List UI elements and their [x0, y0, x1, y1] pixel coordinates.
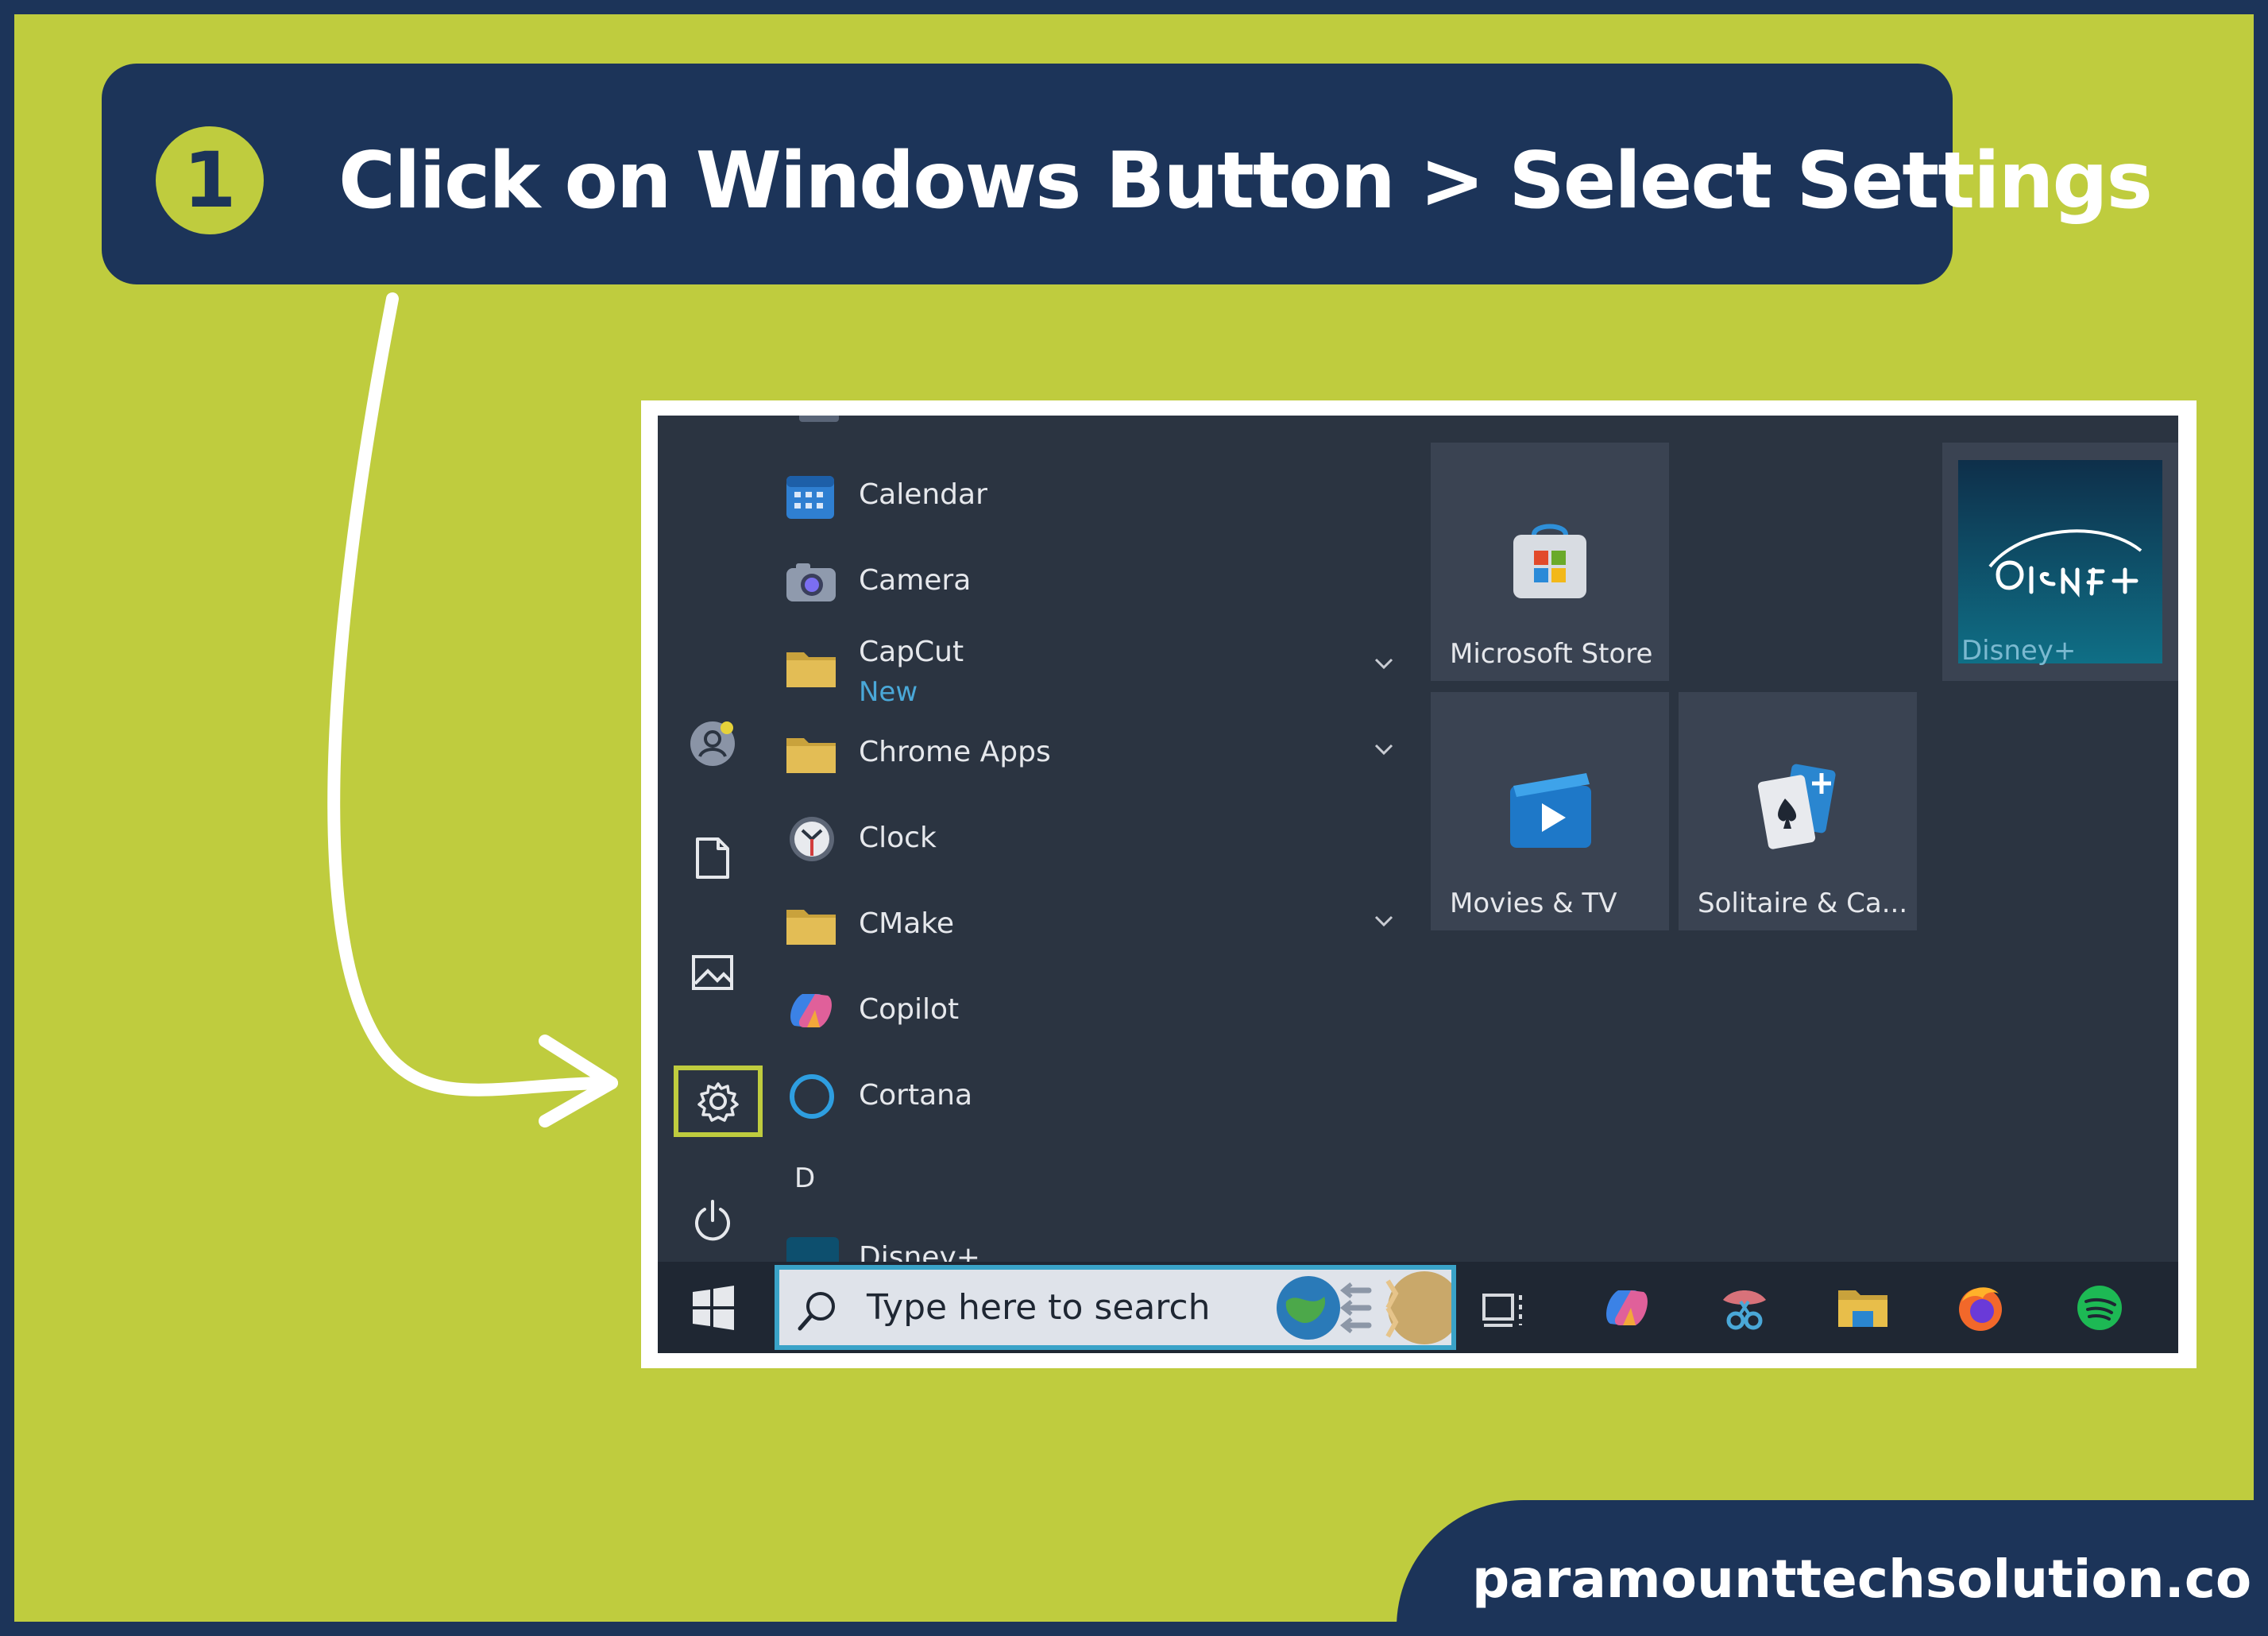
app-list: Calendar Camera CapCut New Chrome Apps C… — [777, 416, 1404, 1262]
windows-icon[interactable] — [690, 1284, 737, 1332]
tile-disney-plus[interactable]: Disney+ — [1942, 443, 2178, 681]
taskbar: Type here to search — [658, 1262, 2178, 1353]
tile-label: Solitaire & Ca... — [1698, 888, 1908, 919]
chevron-down-icon[interactable] — [1371, 737, 1397, 762]
tile-movies-tv[interactable]: Movies & TV — [1431, 692, 1669, 930]
solitaire-icon — [1757, 764, 1836, 849]
movies-tv-icon — [1510, 773, 1591, 848]
user-icon[interactable] — [680, 711, 745, 776]
clock-icon — [790, 817, 834, 861]
app-name: Camera — [859, 564, 972, 597]
instruction-title: Click on Windows Button > Select Setting… — [338, 136, 2153, 226]
step-number-badge: 1 — [156, 126, 264, 234]
app-item-clock[interactable]: Clock — [783, 799, 1403, 878]
app-name: Clock — [859, 822, 937, 854]
app-item-camera[interactable]: Camera — [783, 541, 1403, 621]
app-item-copilot[interactable]: Copilot — [783, 970, 1403, 1050]
copilot-icon[interactable] — [1599, 1282, 1655, 1333]
search-placeholder: Type here to search — [867, 1287, 1211, 1328]
cortana-icon — [790, 1074, 834, 1119]
tile-microsoft-store[interactable]: Microsoft Store — [1431, 443, 1669, 681]
app-item-disney-plus[interactable]: Disney+ — [783, 1218, 1403, 1262]
start-menu-screenshot: Calendar Camera CapCut New Chrome Apps C… — [658, 416, 2178, 1353]
app-name: Chrome Apps — [859, 736, 1051, 768]
app-name: Calendar — [859, 478, 987, 511]
chevron-down-icon[interactable] — [1371, 651, 1397, 676]
store-icon — [1513, 524, 1586, 598]
taskbar-search-box[interactable]: Type here to search — [775, 1265, 1456, 1350]
app-item-calendar[interactable]: Calendar — [783, 455, 1403, 535]
folder-icon — [786, 652, 836, 687]
task-view-icon[interactable] — [1476, 1282, 1532, 1333]
pictures-icon[interactable] — [680, 940, 745, 1005]
folder-icon — [786, 738, 836, 773]
app-name: CMake — [859, 907, 954, 940]
power-icon[interactable] — [680, 1188, 745, 1253]
app-item-capcut[interactable]: CapCut New — [783, 627, 1403, 708]
document-icon[interactable] — [680, 826, 745, 891]
tile-label: Movies & TV — [1450, 888, 1617, 919]
snipping-tool-icon[interactable] — [1717, 1282, 1772, 1333]
chevron-down-icon[interactable] — [1371, 908, 1397, 934]
folder-icon — [786, 910, 836, 945]
firefox-icon[interactable] — [1953, 1282, 2008, 1333]
file-explorer-icon[interactable] — [1835, 1282, 1891, 1333]
camera-icon — [786, 563, 836, 601]
tile-label: Microsoft Store — [1450, 638, 1653, 670]
calendar-icon — [786, 476, 834, 519]
settings-icon[interactable] — [674, 1066, 763, 1137]
app-item-cmake[interactable]: CMake — [783, 884, 1403, 964]
app-name: Disney+ — [859, 1241, 980, 1262]
tile-solitaire[interactable]: Solitaire & Ca... — [1679, 692, 1917, 930]
background-frame: 1 Click on Windows Button > Select Setti… — [14, 14, 2254, 1622]
spotify-icon[interactable] — [2072, 1282, 2127, 1333]
search-highlight-art-icon — [1277, 1271, 1451, 1344]
app-item-chrome-apps[interactable]: Chrome Apps — [783, 713, 1403, 792]
search-icon — [798, 1292, 835, 1331]
disney-logo-icon — [1988, 529, 2142, 598]
app-name: Cortana — [859, 1079, 973, 1112]
website-url: paramounttechsolution.com — [1472, 1549, 2254, 1610]
app-item-cortana[interactable]: Cortana — [783, 1056, 1403, 1135]
start-menu-rail — [658, 416, 769, 1262]
app-name: Copilot — [859, 993, 960, 1026]
list-top-partial — [799, 416, 839, 422]
tile-label: Disney+ — [1961, 635, 2077, 667]
copilot-icon — [790, 994, 832, 1027]
disney-plus-icon — [786, 1237, 839, 1262]
section-letter: D — [794, 1162, 816, 1194]
